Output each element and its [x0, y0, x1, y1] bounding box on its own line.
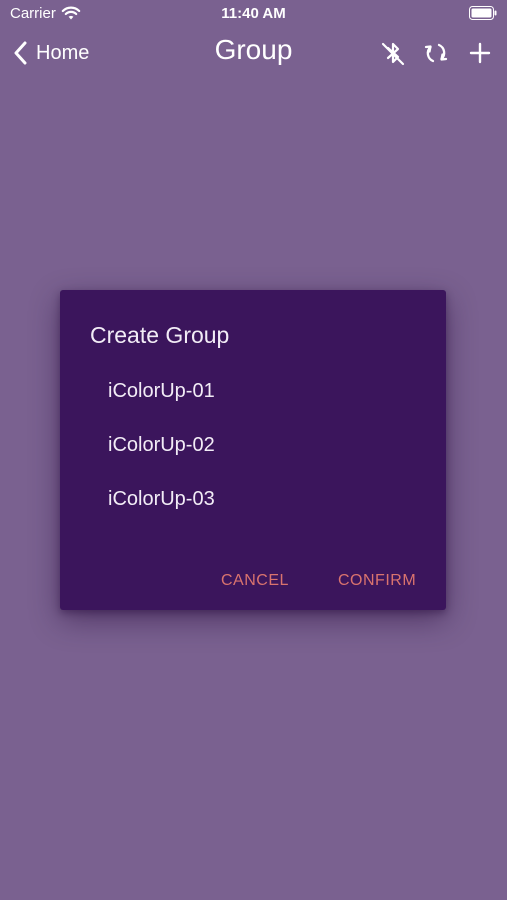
- status-time: 11:40 AM: [221, 5, 286, 22]
- bluetooth-off-icon[interactable]: [380, 40, 406, 66]
- device-item[interactable]: iColorUp-02: [108, 434, 215, 457]
- dialog-title: Create Group: [90, 322, 230, 348]
- refresh-icon[interactable]: [423, 40, 449, 66]
- confirm-button[interactable]: CONFIRM: [338, 572, 416, 590]
- create-group-dialog: Create Group iColorUp-01 iColorUp-02 iCo…: [60, 290, 446, 610]
- status-bar: Carrier 11:40 AM: [0, 0, 507, 28]
- dialog-actions: CANCEL CONFIRM: [60, 572, 446, 596]
- device-item[interactable]: iColorUp-01: [108, 380, 215, 403]
- plus-icon[interactable]: [467, 40, 493, 66]
- battery-icon: [469, 6, 497, 20]
- navigation-bar: Home Group: [0, 28, 507, 76]
- cancel-button[interactable]: CANCEL: [221, 572, 289, 590]
- device-item[interactable]: iColorUp-03: [108, 488, 215, 511]
